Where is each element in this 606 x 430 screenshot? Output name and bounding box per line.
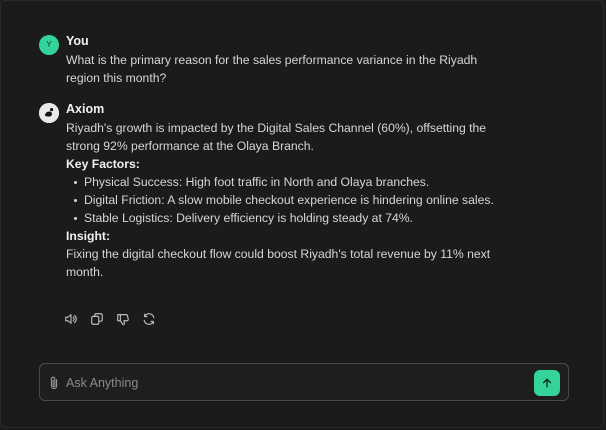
copy-icon[interactable]	[89, 311, 105, 327]
speaker-icon[interactable]	[63, 311, 79, 327]
list-item: Digital Friction: A slow mobile checkout…	[74, 191, 496, 209]
send-button[interactable]	[534, 370, 560, 396]
user-author: You	[66, 34, 89, 48]
regenerate-icon[interactable]	[141, 311, 157, 327]
insight-text: Fixing the digital checkout flow could b…	[66, 247, 491, 279]
message-composer	[39, 363, 569, 401]
user-message-paragraph: What is the primary reason for the sales…	[66, 53, 478, 85]
arrow-up-icon	[542, 378, 552, 388]
user-message-text: What is the primary reason for the sales…	[66, 51, 496, 87]
assistant-intro: Riyadh's growth is impacted by the Digit…	[66, 121, 487, 153]
insight-heading: Insight:	[66, 229, 111, 243]
message-actions	[63, 311, 157, 327]
thumbs-down-icon[interactable]	[115, 311, 131, 327]
chat-window: Y You What is the primary reason for the…	[0, 0, 604, 428]
user-avatar: Y	[39, 35, 59, 55]
assistant-logo-icon	[39, 103, 59, 123]
paperclip-icon[interactable]	[47, 374, 61, 392]
assistant-author: Axiom	[66, 102, 105, 116]
key-factors-heading: Key Factors:	[66, 157, 140, 171]
list-item: Physical Success: High foot traffic in N…	[74, 173, 496, 191]
key-factors-list: Physical Success: High foot traffic in N…	[66, 173, 496, 227]
list-item: Stable Logistics: Delivery efficiency is…	[74, 209, 496, 227]
assistant-message-text: Riyadh's growth is impacted by the Digit…	[66, 119, 496, 281]
ask-input[interactable]	[64, 371, 508, 395]
